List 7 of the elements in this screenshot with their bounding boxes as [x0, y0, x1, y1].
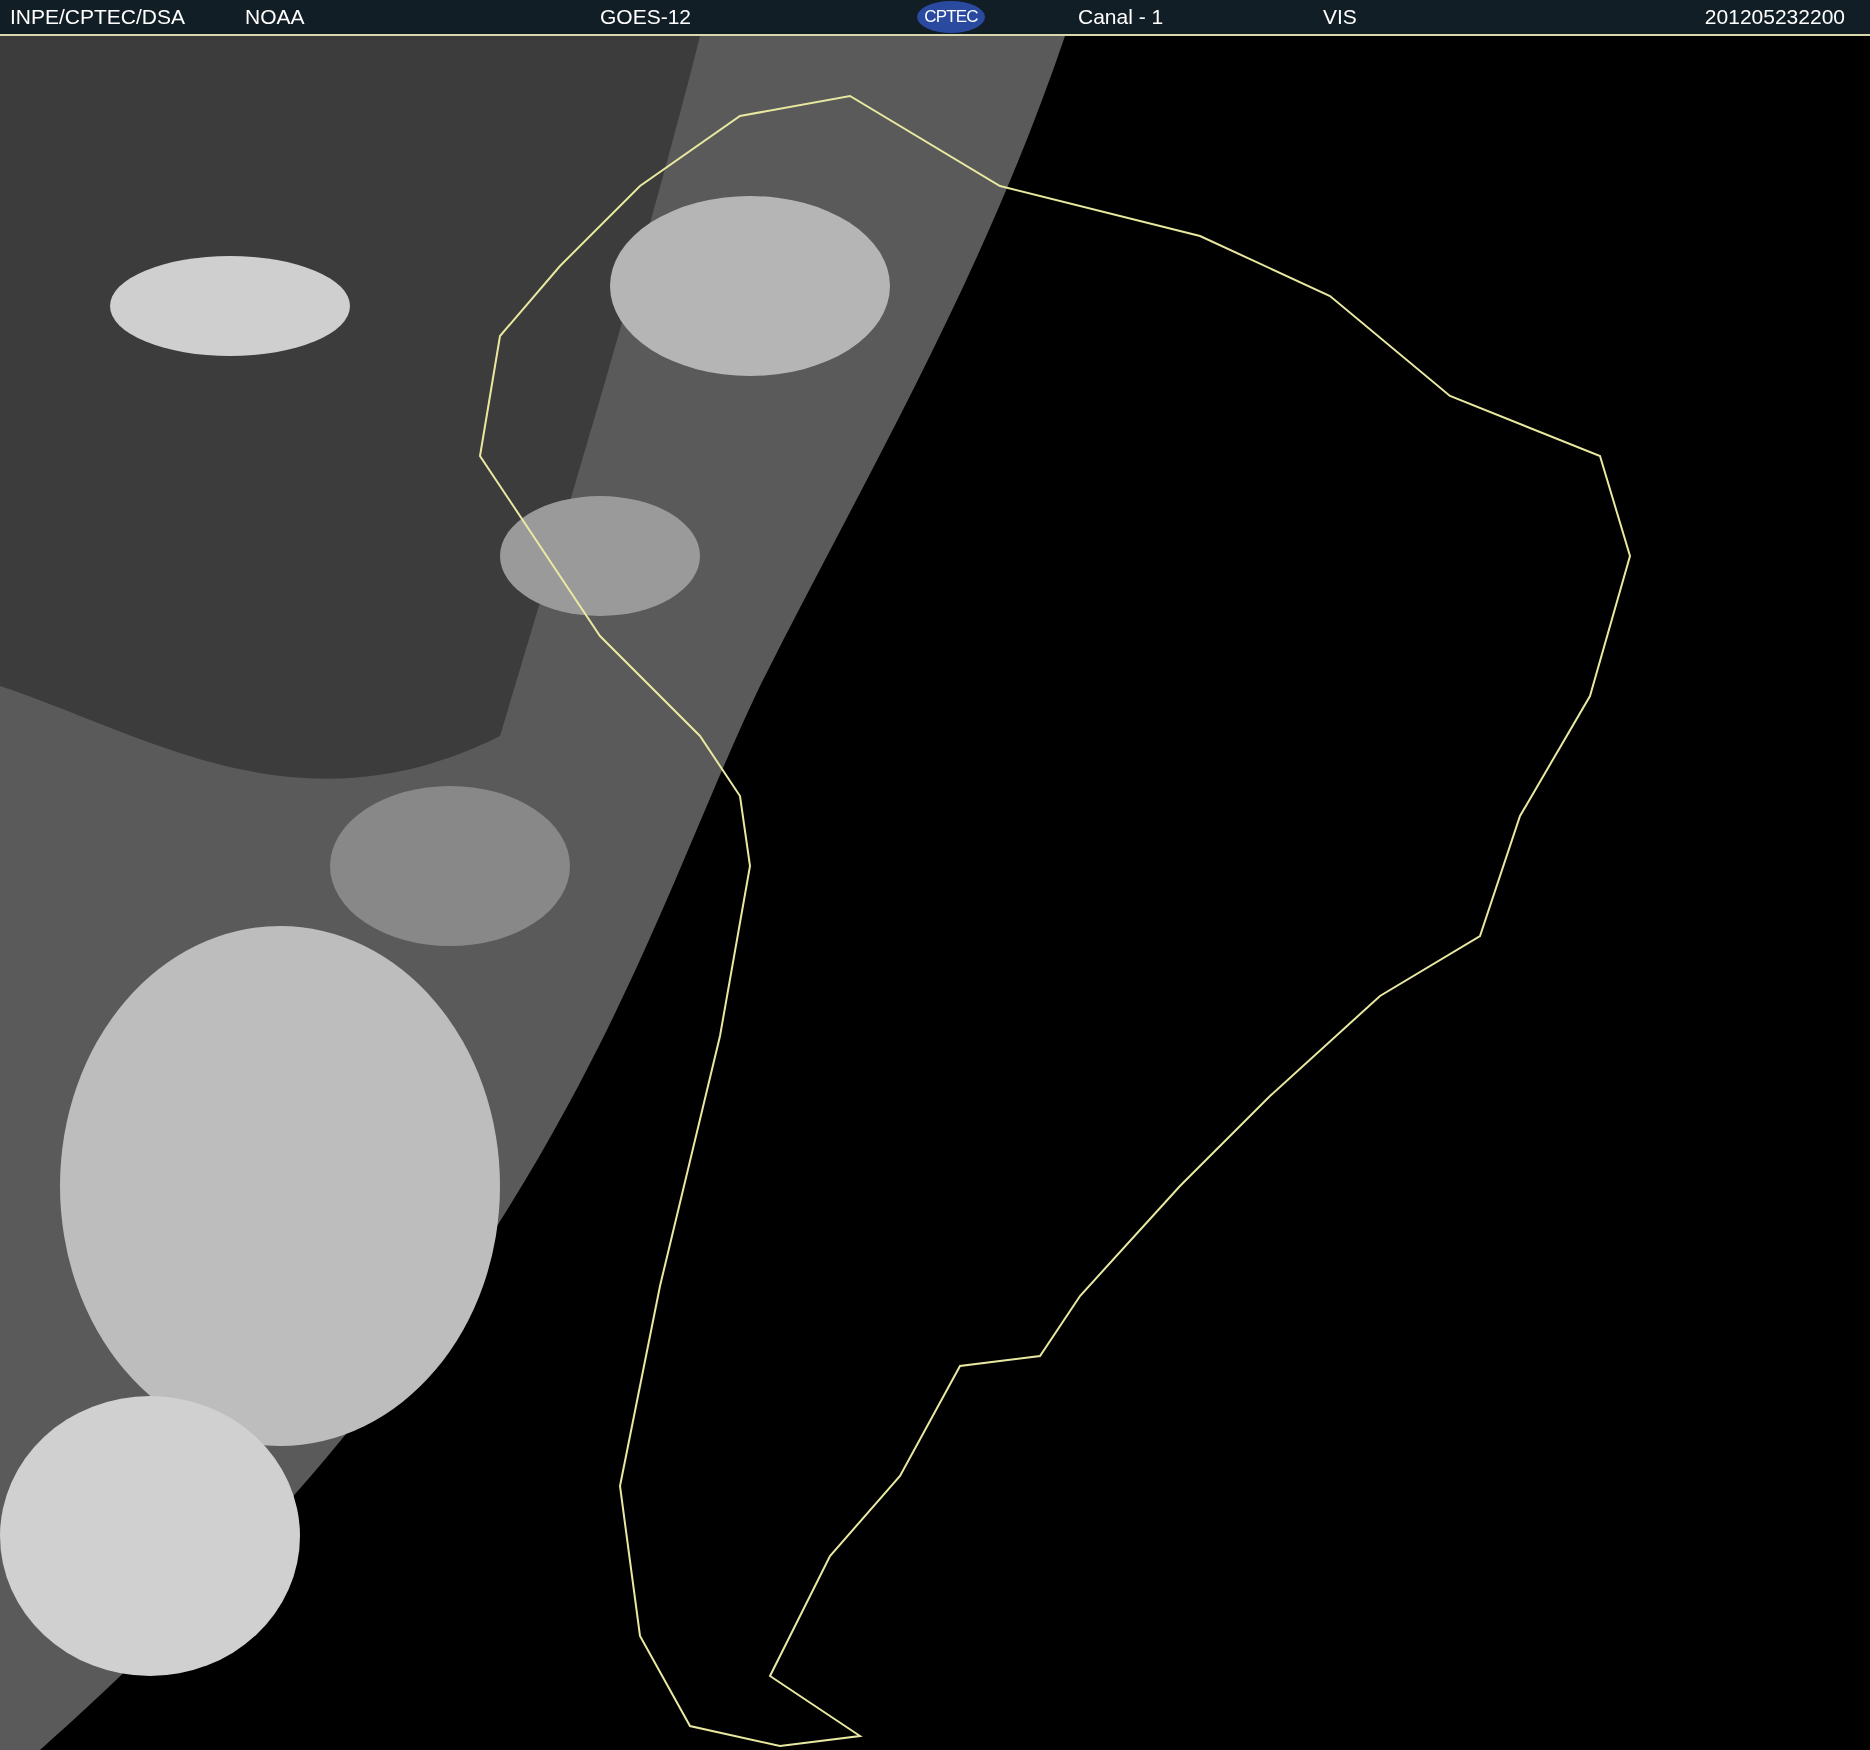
header-label: VIS	[1323, 4, 1358, 31]
header-label: INPE/CPTEC/DSA	[10, 4, 187, 31]
header-label: GOES-12	[600, 4, 693, 31]
logo: CPTEC	[917, 1, 985, 33]
header-label: Canal - 1	[1078, 4, 1165, 31]
header-label: 201205232200	[1703, 4, 1846, 31]
header-label: NOAA	[245, 4, 306, 31]
